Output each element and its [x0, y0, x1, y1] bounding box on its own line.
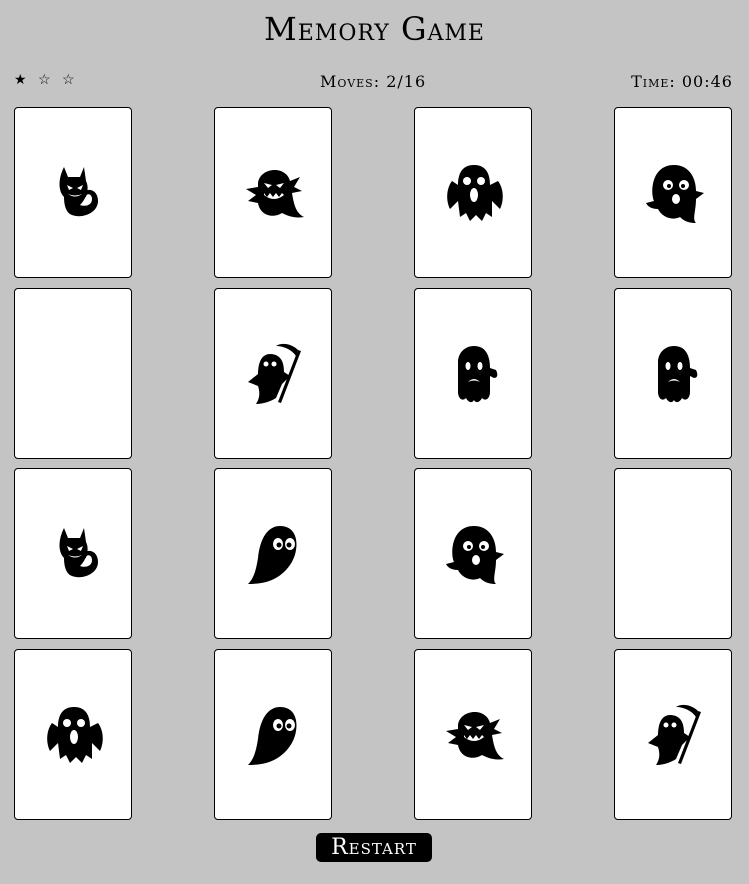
- card-face-up[interactable]: [414, 649, 532, 820]
- card-face-up[interactable]: [614, 288, 732, 459]
- moves-counter: Moves: 2/16: [320, 72, 427, 91]
- card-face-down[interactable]: [14, 288, 132, 459]
- card-deck: [14, 107, 734, 822]
- card-face-up[interactable]: [14, 649, 132, 820]
- card-face-up[interactable]: [214, 107, 332, 278]
- game-title: Memory Game: [263, 10, 485, 48]
- card-face-up[interactable]: [414, 288, 532, 459]
- star-icon: ★: [14, 72, 36, 88]
- card-face-up[interactable]: [614, 107, 732, 278]
- card-face-up[interactable]: [214, 468, 332, 639]
- card-face-down[interactable]: [614, 468, 732, 639]
- card-face-up[interactable]: [414, 107, 532, 278]
- star-rating: ★ ☆ ☆: [14, 72, 86, 88]
- card-face-up[interactable]: [614, 649, 732, 820]
- restart-button[interactable]: Restart: [316, 833, 432, 862]
- card-face-up[interactable]: [414, 468, 532, 639]
- game-timer: Time: 00:46: [631, 72, 733, 91]
- card-face-up[interactable]: [14, 468, 132, 639]
- star-outline-icon: ☆: [38, 72, 60, 88]
- card-face-up[interactable]: [14, 107, 132, 278]
- card-face-up[interactable]: [214, 649, 332, 820]
- star-outline-icon: ☆: [62, 72, 84, 88]
- card-face-up[interactable]: [214, 288, 332, 459]
